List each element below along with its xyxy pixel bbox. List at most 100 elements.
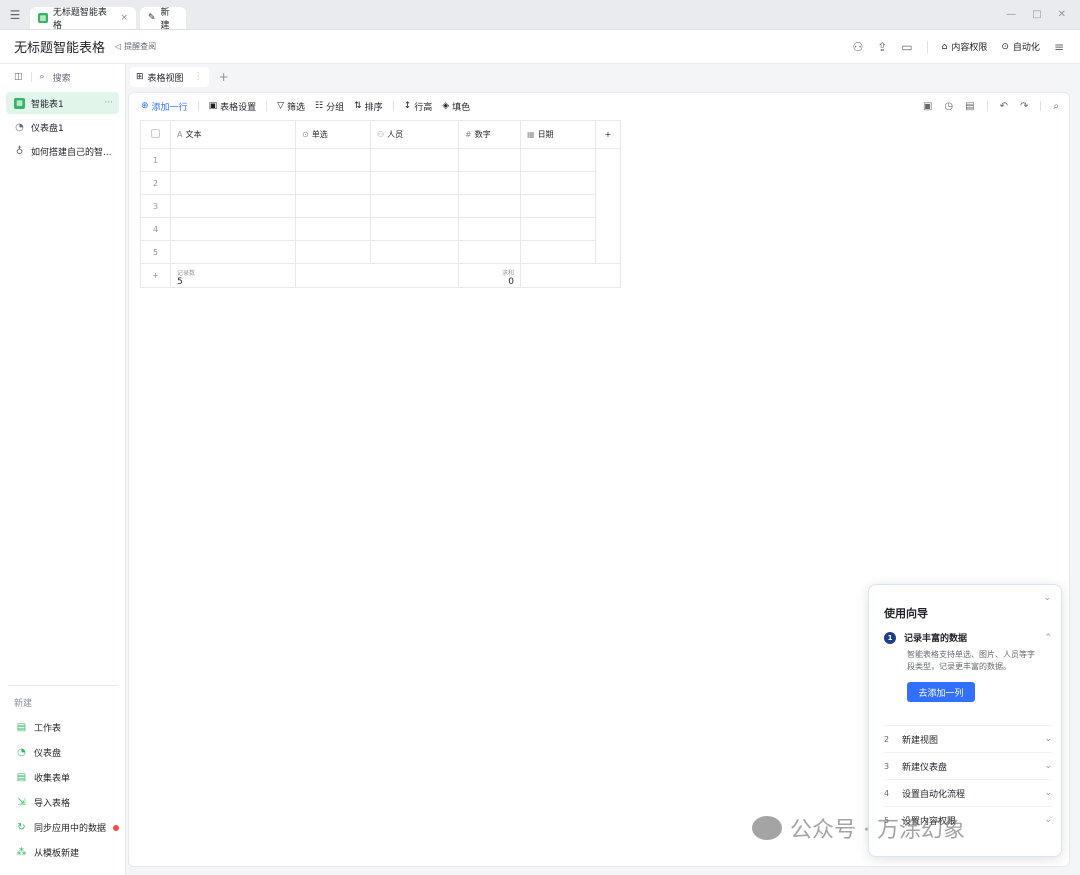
table-settings-button[interactable]: ▣ 表格设置 xyxy=(209,100,257,113)
group-label: 分组 xyxy=(326,102,345,113)
row-number: 4 xyxy=(140,217,171,241)
table-row[interactable]: 4 xyxy=(140,217,621,241)
guide-step-3[interactable]: 3 新建仪表盘 ⌄ xyxy=(884,752,1052,779)
close-window-icon[interactable]: ✕ xyxy=(1058,9,1066,20)
cell[interactable] xyxy=(295,194,371,218)
cell[interactable] xyxy=(370,194,459,218)
cell[interactable] xyxy=(458,217,521,241)
table-row[interactable]: 3 xyxy=(140,194,621,218)
cell[interactable] xyxy=(370,240,459,264)
group-icon: ☷ xyxy=(315,101,324,111)
cell[interactable] xyxy=(520,194,596,218)
cell[interactable] xyxy=(520,240,596,264)
share-icon[interactable]: ⇪ xyxy=(877,40,887,54)
cell[interactable] xyxy=(458,171,521,195)
more-icon[interactable]: ⋮ xyxy=(194,72,203,82)
permission-button[interactable]: ⌂ 内容权限 xyxy=(942,40,988,54)
column-header-single-select[interactable]: ⊙ 单选 xyxy=(295,120,371,149)
close-icon[interactable]: × xyxy=(120,13,128,23)
sort-button[interactable]: ⇅ 排序 xyxy=(354,100,383,113)
table-row[interactable]: 2 xyxy=(140,171,621,195)
cell[interactable] xyxy=(170,194,296,218)
step-header[interactable]: 1 记录丰富的数据 ⌃ xyxy=(884,631,1052,644)
fill-color-button[interactable]: ◈ 填色 xyxy=(442,100,470,113)
cell[interactable] xyxy=(170,148,296,172)
group-button[interactable]: ☷ 分组 xyxy=(315,100,344,113)
cell[interactable] xyxy=(170,171,296,195)
search-icon[interactable]: ⌕ xyxy=(1053,101,1059,112)
cell[interactable] xyxy=(370,148,459,172)
summary-cell[interactable] xyxy=(520,263,621,288)
maximize-icon[interactable]: □ xyxy=(1032,9,1041,20)
new-dashboard-button[interactable]: ◔ 仪表盘 xyxy=(0,740,126,765)
sidebar-item-dashboard1[interactable]: ◔ 仪表盘1 xyxy=(6,116,119,138)
guide-step-4[interactable]: 4 设置自动化流程 ⌄ xyxy=(884,779,1052,806)
guide-step-1: 1 记录丰富的数据 ⌃ 智能表格支持单选、图片、人员等字段类型，记录更丰富的数据… xyxy=(884,631,1052,702)
column-header-number[interactable]: # 数字 xyxy=(458,120,521,149)
cell[interactable] xyxy=(458,240,521,264)
cell[interactable] xyxy=(170,217,296,241)
new-sheet-button[interactable]: ▤ 工作表 xyxy=(0,715,126,740)
minimize-icon[interactable]: — xyxy=(1006,9,1016,20)
sidebar-toggle-icon[interactable]: ◫ xyxy=(14,72,23,82)
add-column-button[interactable]: + xyxy=(595,120,621,149)
step-number: 4 xyxy=(884,788,890,798)
redo-icon[interactable]: ↷ xyxy=(1020,101,1028,112)
collapse-icon[interactable]: ⌄ xyxy=(1043,593,1051,603)
step-description: 智能表格支持单选、图片、人员等字段类型，记录更丰富的数据。 xyxy=(907,650,1035,671)
cell[interactable] xyxy=(520,217,596,241)
new-form-button[interactable]: ▤ 收集表单 xyxy=(0,765,126,790)
table-row[interactable]: 1 xyxy=(140,148,621,264)
cell[interactable] xyxy=(295,171,371,195)
cell[interactable] xyxy=(370,217,459,241)
archive-icon[interactable]: ▣ xyxy=(923,101,932,112)
chevron-up-icon[interactable]: ⌃ xyxy=(1044,633,1052,643)
add-row-button[interactable]: ⊕ 添加一行 xyxy=(141,100,188,113)
summary-cell[interactable] xyxy=(295,263,459,288)
row-height-button[interactable]: ↕ 行高 xyxy=(404,100,433,113)
cell[interactable] xyxy=(170,240,296,264)
column-header-person[interactable]: ⚇ 人员 xyxy=(370,120,459,149)
undo-icon[interactable]: ↶ xyxy=(1000,101,1008,112)
add-row-plus[interactable]: + xyxy=(140,263,171,288)
column-header-text[interactable]: A 文本 xyxy=(170,120,296,149)
cell[interactable] xyxy=(295,240,371,264)
cell[interactable] xyxy=(295,148,371,172)
import-table-button[interactable]: ⇲ 导入表格 xyxy=(0,790,126,815)
export-icon[interactable]: ▤ xyxy=(965,101,974,112)
cell[interactable] xyxy=(370,171,459,195)
tab-untitled-sheet[interactable]: ▦ 无标题智能表格 × xyxy=(30,6,136,31)
cell[interactable] xyxy=(458,148,521,172)
comment-icon[interactable]: ▭ xyxy=(901,40,912,54)
add-view-icon[interactable]: + xyxy=(219,70,229,84)
cell[interactable] xyxy=(295,217,371,241)
sum-cell[interactable]: 求和 0 xyxy=(458,263,521,288)
remind-button[interactable]: ◁ 提醒查阅 xyxy=(115,41,156,52)
tab-new[interactable]: ✎ 新建 xyxy=(140,6,186,31)
add-collaborator-icon[interactable]: ⚇ xyxy=(852,40,863,54)
cell[interactable] xyxy=(520,171,596,195)
from-template-button[interactable]: ⁂ 从模板新建 xyxy=(0,840,126,865)
history-icon[interactable]: ◷ xyxy=(944,101,953,112)
guide-step-2[interactable]: 2 新建视图 ⌄ xyxy=(884,725,1052,752)
column-header-date[interactable]: ▦ 日期 xyxy=(520,120,596,149)
search-label[interactable]: 搜索 xyxy=(53,71,71,84)
select-all-checkbox[interactable] xyxy=(140,120,171,149)
sidebar-item-sheet1[interactable]: ▦ 智能表1 ··· xyxy=(6,92,119,114)
cell[interactable] xyxy=(520,148,596,172)
sync-data-button[interactable]: ↻ 同步应用中的数据 xyxy=(0,815,126,840)
table-row[interactable]: 5 xyxy=(140,240,621,264)
filter-button[interactable]: ▽ 筛选 xyxy=(277,100,305,113)
tab-grid-view[interactable]: ⊞ 表格视图 ⋮ xyxy=(130,67,209,87)
more-menu-icon[interactable]: ≡ xyxy=(1054,40,1064,54)
sidebar-item-guide-doc[interactable]: ♁ 如何搭建自己的智... xyxy=(6,140,119,162)
tabs-menu-icon[interactable]: ☰ xyxy=(0,8,30,22)
automation-label: 自动化 xyxy=(1012,43,1040,53)
record-count-cell[interactable]: 记录数 5 xyxy=(170,263,296,288)
automation-button[interactable]: ⊙ 自动化 xyxy=(1001,40,1040,54)
page-title[interactable]: 无标题智能表格 xyxy=(14,37,105,56)
cell[interactable] xyxy=(458,194,521,218)
add-column-cta-button[interactable]: 去添加一列 xyxy=(907,682,975,702)
more-icon[interactable]: ··· xyxy=(104,98,113,108)
search-icon[interactable]: ⌕ xyxy=(40,72,45,82)
